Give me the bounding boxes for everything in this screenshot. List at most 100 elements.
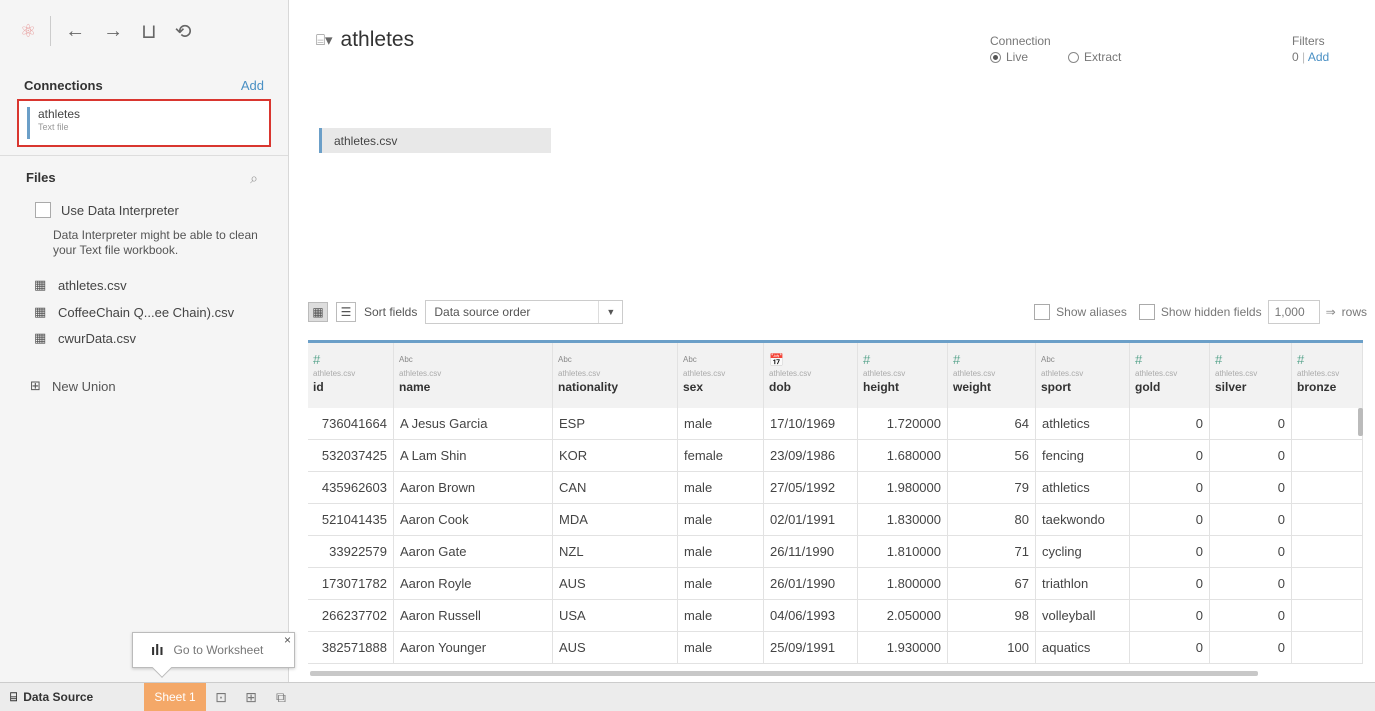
connection-item-athletes[interactable]: athletes Text file <box>17 99 271 147</box>
cell-name[interactable]: Aaron Brown <box>394 472 553 504</box>
cell-nationality[interactable]: USA <box>553 600 678 632</box>
forward-icon[interactable]: → <box>103 20 123 43</box>
cell-weight[interactable]: 71 <box>948 536 1036 568</box>
column-header-gold[interactable]: # athletes.csv gold <box>1130 343 1210 408</box>
cell-weight[interactable]: 80 <box>948 504 1036 536</box>
cell-bronze[interactable] <box>1292 504 1363 536</box>
tableau-logo-icon[interactable]: ⚛ <box>20 21 36 42</box>
cell-weight[interactable]: 100 <box>948 632 1036 664</box>
cell-bronze[interactable] <box>1292 472 1363 504</box>
cell-sex[interactable]: male <box>678 600 764 632</box>
column-header-sex[interactable]: Abc athletes.csv sex <box>678 343 764 408</box>
file-item-cwurdata[interactable]: ▦ cwurData.csv <box>34 330 136 346</box>
string-type-icon[interactable]: Abc <box>1041 353 1125 367</box>
cell-sport[interactable]: fencing <box>1036 440 1130 472</box>
column-header-height[interactable]: # athletes.csv height <box>858 343 948 408</box>
cell-silver[interactable]: 0 <box>1210 408 1292 440</box>
cell-id[interactable]: 435962603 <box>308 472 394 504</box>
datasource-name[interactable]: athletes <box>341 28 415 52</box>
cell-dob[interactable]: 04/06/1993 <box>764 600 858 632</box>
vertical-scrollbar[interactable] <box>1358 408 1363 436</box>
cell-id[interactable]: 382571888 <box>308 632 394 664</box>
cell-gold[interactable]: 0 <box>1130 440 1210 472</box>
cell-weight[interactable]: 67 <box>948 568 1036 600</box>
cell-id[interactable]: 521041435 <box>308 504 394 536</box>
cell-id[interactable]: 173071782 <box>308 568 394 600</box>
cell-name[interactable]: Aaron Royle <box>394 568 553 600</box>
cell-sex[interactable]: female <box>678 440 764 472</box>
string-type-icon[interactable]: Abc <box>558 353 673 367</box>
number-type-icon[interactable]: # <box>1215 353 1287 367</box>
column-header-bronze[interactable]: # athletes.csv bronze <box>1292 343 1363 408</box>
cell-nationality[interactable]: MDA <box>553 504 678 536</box>
cell-sex[interactable]: male <box>678 568 764 600</box>
cell-id[interactable]: 736041664 <box>308 408 394 440</box>
cell-dob[interactable]: 17/10/1969 <box>764 408 858 440</box>
extract-radio[interactable]: Extract <box>1068 50 1121 64</box>
column-header-id[interactable]: # athletes.csv id <box>308 343 394 408</box>
column-header-nationality[interactable]: Abc athletes.csv nationality <box>553 343 678 408</box>
cell-sport[interactable]: volleyball <box>1036 600 1130 632</box>
database-icon[interactable]: ⌸▾ <box>316 31 333 49</box>
sort-fields-select[interactable]: Data source order ▼ <box>425 300 624 324</box>
horizontal-scrollbar[interactable] <box>310 671 1258 676</box>
cell-silver[interactable]: 0 <box>1210 504 1292 536</box>
cell-height[interactable]: 1.680000 <box>858 440 948 472</box>
cell-silver[interactable]: 0 <box>1210 472 1292 504</box>
cell-sport[interactable]: athletics <box>1036 472 1130 504</box>
add-connection-link[interactable]: Add <box>241 78 264 93</box>
cell-sex[interactable]: male <box>678 472 764 504</box>
cell-dob[interactable]: 25/09/1991 <box>764 632 858 664</box>
search-icon[interactable]: ⌕ <box>250 170 258 187</box>
cell-nationality[interactable]: ESP <box>553 408 678 440</box>
cell-weight[interactable]: 79 <box>948 472 1036 504</box>
new-dashboard-icon[interactable]: ⊞ <box>236 689 266 706</box>
tab-data-source[interactable]: ⌸ Data Source <box>0 690 140 705</box>
cell-bronze[interactable] <box>1292 536 1363 568</box>
cell-dob[interactable]: 27/05/1992 <box>764 472 858 504</box>
cell-nationality[interactable]: AUS <box>553 632 678 664</box>
cell-sport[interactable]: athletics <box>1036 408 1130 440</box>
file-item-coffeechain[interactable]: ▦ CoffeeChain Q...ee Chain).csv <box>34 304 234 320</box>
save-icon[interactable]: ⊔ <box>141 19 157 44</box>
cell-sex[interactable]: male <box>678 504 764 536</box>
new-story-icon[interactable]: ⧉ <box>266 689 296 706</box>
cell-sport[interactable]: aquatics <box>1036 632 1130 664</box>
refresh-icon[interactable]: ⟲ <box>175 19 192 44</box>
cell-nationality[interactable]: KOR <box>553 440 678 472</box>
cell-sex[interactable]: male <box>678 408 764 440</box>
cell-name[interactable]: Aaron Gate <box>394 536 553 568</box>
column-header-dob[interactable]: 📅 athletes.csv dob <box>764 343 858 408</box>
cell-weight[interactable]: 64 <box>948 408 1036 440</box>
new-worksheet-icon[interactable]: ⊡ <box>206 689 236 706</box>
cell-sex[interactable]: male <box>678 632 764 664</box>
cell-nationality[interactable]: NZL <box>553 536 678 568</box>
cell-height[interactable]: 1.810000 <box>858 536 948 568</box>
cell-height[interactable]: 1.830000 <box>858 504 948 536</box>
cell-height[interactable]: 1.980000 <box>858 472 948 504</box>
column-header-silver[interactable]: # athletes.csv silver <box>1210 343 1292 408</box>
cell-gold[interactable]: 0 <box>1130 408 1210 440</box>
number-type-icon[interactable]: # <box>1135 353 1205 367</box>
radio-button-selected[interactable] <box>990 51 1001 63</box>
cell-silver[interactable]: 0 <box>1210 440 1292 472</box>
string-type-icon[interactable]: Abc <box>683 353 759 367</box>
cell-height[interactable]: 1.720000 <box>858 408 948 440</box>
cell-dob[interactable]: 26/01/1990 <box>764 568 858 600</box>
number-type-icon[interactable]: # <box>863 353 943 367</box>
cell-silver[interactable]: 0 <box>1210 568 1292 600</box>
live-radio[interactable]: Live <box>990 50 1028 64</box>
number-type-icon[interactable]: # <box>953 353 1031 367</box>
cell-nationality[interactable]: CAN <box>553 472 678 504</box>
column-header-weight[interactable]: # athletes.csv weight <box>948 343 1036 408</box>
cell-dob[interactable]: 02/01/1991 <box>764 504 858 536</box>
cell-id[interactable]: 33922579 <box>308 536 394 568</box>
data-interpreter-checkbox[interactable] <box>35 202 51 218</box>
cell-sport[interactable]: triathlon <box>1036 568 1130 600</box>
cell-id[interactable]: 266237702 <box>308 600 394 632</box>
cell-dob[interactable]: 26/11/1990 <box>764 536 858 568</box>
cell-bronze[interactable] <box>1292 600 1363 632</box>
cell-weight[interactable]: 98 <box>948 600 1036 632</box>
cell-id[interactable]: 532037425 <box>308 440 394 472</box>
chevron-down-icon[interactable]: ▼ <box>598 301 622 323</box>
